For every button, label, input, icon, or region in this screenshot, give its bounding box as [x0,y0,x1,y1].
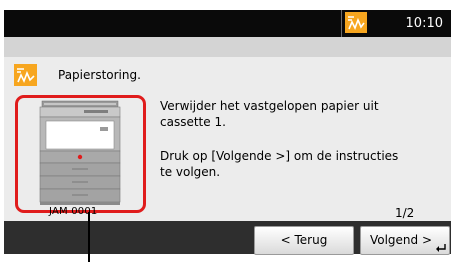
printer-machine-icon [39,100,121,205]
callout-line [88,212,90,262]
next-button[interactable]: Volgend > [360,226,450,255]
jam-code: JAM 0001 [49,206,98,217]
back-button[interactable]: < Terug [254,226,354,255]
header-band [4,37,451,57]
jam-error-screen: 10:10 Papierstoring. JAM 0001 Verwijder … [0,0,455,262]
enter-icon [436,244,446,252]
page-indicator: 1/2 [395,206,415,220]
status-bar: 10:10 [4,10,451,37]
jam-alert-icon [14,64,37,86]
next-button-label: Volgend > [369,233,433,247]
error-title: Papierstoring. [58,68,141,82]
status-separator [341,10,342,37]
jam-alert-icon[interactable] [345,12,367,33]
clock: 10:10 [405,16,443,31]
back-button-label: < Terug [280,233,328,247]
instruction-next-text: Druk op [Volgende >] om de instructies t… [160,149,399,179]
instruction-text: Verwijder het vastgelopen papier uit cas… [160,99,379,129]
